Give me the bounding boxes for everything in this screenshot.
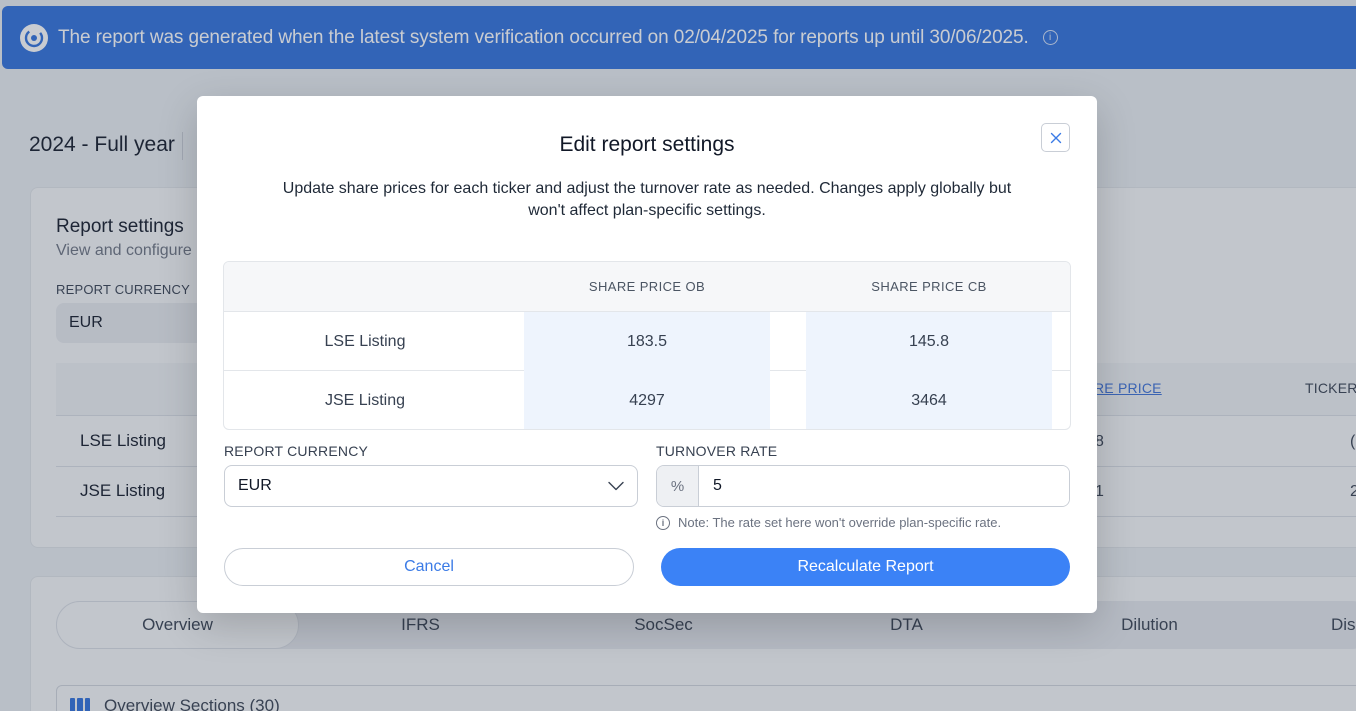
turnover-rate-label: TURNOVER RATE bbox=[656, 443, 778, 459]
recalculate-report-button[interactable]: Recalculate Report bbox=[661, 548, 1070, 586]
share-price-cb-input[interactable]: 3464 bbox=[806, 371, 1052, 429]
share-price-ob-input[interactable]: 4297 bbox=[524, 371, 770, 429]
turnover-rate-input[interactable] bbox=[699, 466, 1069, 506]
cancel-button[interactable]: Cancel bbox=[224, 548, 634, 586]
column-header-cb: SHARE PRICE CB bbox=[871, 279, 987, 294]
ticker-label: LSE Listing bbox=[324, 332, 406, 350]
table-row: LSE Listing 183.5 145.8 bbox=[224, 312, 1070, 371]
ticker-label: JSE Listing bbox=[324, 391, 406, 409]
edit-report-settings-dialog: Edit report settings Update share prices… bbox=[197, 96, 1097, 613]
note-text: Note: The rate set here won't override p… bbox=[678, 515, 1002, 530]
report-currency-label: REPORT CURRENCY bbox=[224, 443, 369, 459]
selected-currency: EUR bbox=[238, 477, 272, 494]
table-row: JSE Listing 4297 3464 bbox=[224, 371, 1070, 429]
dialog-description: Update share prices for each ticker and … bbox=[282, 180, 1012, 219]
percent-prefix: % bbox=[657, 466, 699, 506]
column-header-ob: SHARE PRICE OB bbox=[588, 279, 706, 294]
share-price-ob-input[interactable]: 183.5 bbox=[524, 312, 770, 371]
share-price-cb-input[interactable]: 145.8 bbox=[806, 312, 1052, 371]
turnover-note: i Note: The rate set here won't override… bbox=[656, 515, 1001, 530]
dialog-title: Edit report settings bbox=[559, 133, 735, 156]
share-price-table: SHARE PRICE OB SHARE PRICE CB LSE Listin… bbox=[223, 261, 1071, 430]
table-header: SHARE PRICE OB SHARE PRICE CB bbox=[224, 262, 1070, 312]
chevron-down-icon bbox=[608, 481, 624, 491]
turnover-rate-field: % bbox=[656, 465, 1070, 507]
report-currency-select[interactable]: EUR bbox=[224, 465, 638, 507]
info-icon: i bbox=[656, 515, 670, 530]
